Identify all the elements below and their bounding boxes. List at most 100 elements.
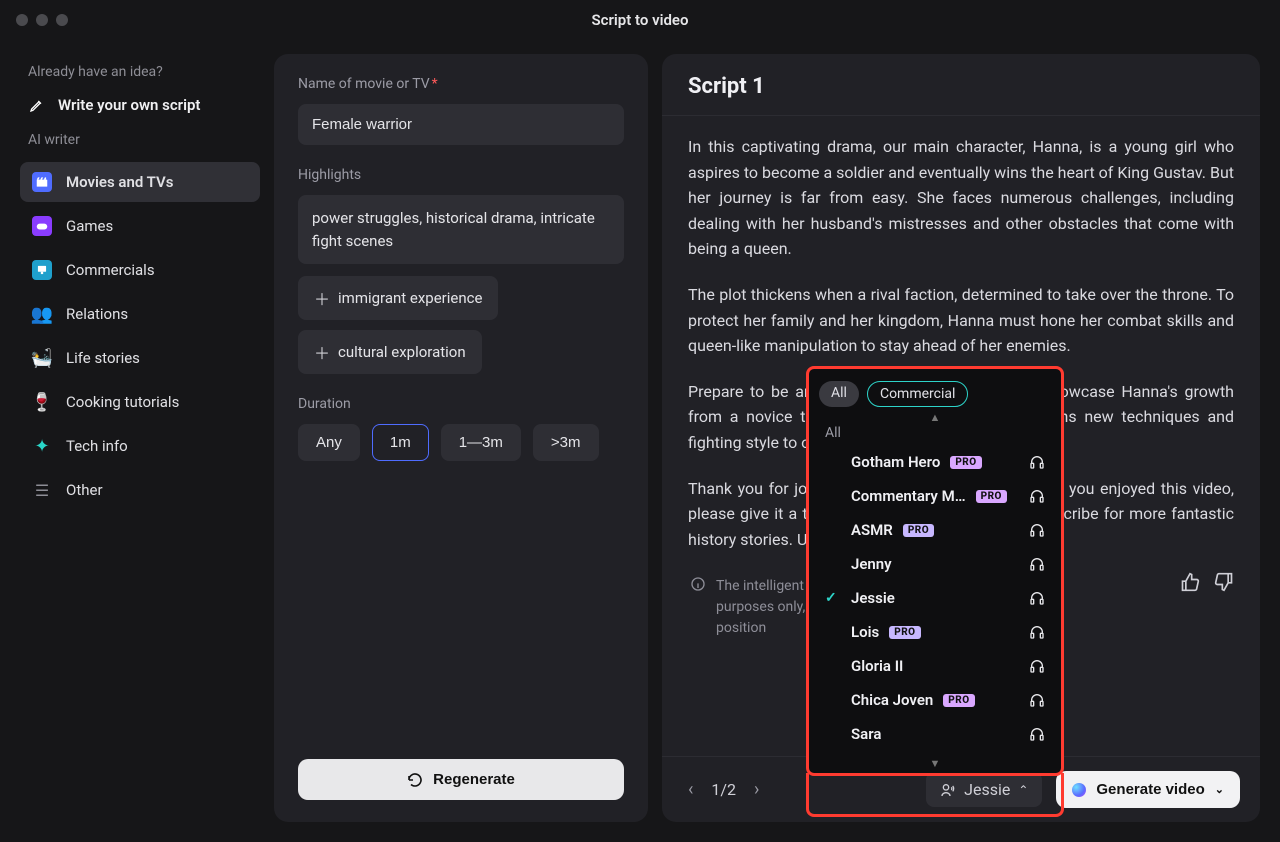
voice-option[interactable]: Jenny <box>809 547 1061 581</box>
name-label: Name of movie or TV* <box>298 76 624 92</box>
voice-option[interactable]: Commentary M… PRO <box>809 479 1061 513</box>
write-own-label: Write your own script <box>58 96 200 114</box>
pencil-icon <box>28 96 46 114</box>
plus-icon: ＋ <box>314 286 330 310</box>
pager: ‹ 1/2 › <box>682 775 765 804</box>
sidebar-item-tech[interactable]: ✦ Tech info <box>20 426 260 466</box>
pro-badge: PRO <box>903 524 934 537</box>
spark-icon: ✦ <box>32 436 52 456</box>
headphone-icon[interactable] <box>1029 726 1045 742</box>
duration-options: Any 1m 1—3m >3m <box>298 424 624 461</box>
main-stage: Already have an idea? Write your own scr… <box>0 40 1280 842</box>
headphone-icon[interactable] <box>1029 454 1045 470</box>
sidebar: Already have an idea? Write your own scr… <box>20 54 260 822</box>
duration-1-3m[interactable]: 1—3m <box>441 424 521 461</box>
sidebar-item-relations[interactable]: 👥 Relations <box>20 294 260 334</box>
sidebar-list: Movies and TVs Games Commercials 👥 Relat… <box>20 162 260 510</box>
sidebar-item-cooking[interactable]: 🍷 Cooking tutorials <box>20 382 260 422</box>
chevron-down-icon: ⌄ <box>1215 783 1224 796</box>
name-input[interactable] <box>298 104 624 145</box>
window-min-dot[interactable] <box>36 14 48 26</box>
voice-group-label: All <box>809 425 1061 445</box>
person-icon: 🛀 <box>32 348 52 368</box>
voice-popup: All Commercial ▲ All Gotham HeroPROComme… <box>806 366 1064 776</box>
pager-label: 1/2 <box>711 780 736 799</box>
sidebar-item-label: Commercials <box>66 261 155 279</box>
voice-name: ASMR <box>851 521 893 539</box>
voice-name: Chica Joven <box>851 691 933 709</box>
app-title: Script to video <box>592 11 689 29</box>
voice-option[interactable]: LoisPRO <box>809 615 1061 649</box>
pager-prev[interactable]: ‹ <box>682 775 699 804</box>
duration-any[interactable]: Any <box>298 424 360 461</box>
sidebar-item-games[interactable]: Games <box>20 206 260 246</box>
tab-all[interactable]: All <box>819 381 859 407</box>
headphone-icon[interactable] <box>1029 658 1045 674</box>
people-icon: 👥 <box>32 304 52 324</box>
headphone-icon[interactable] <box>1029 590 1045 606</box>
plus-icon: ＋ <box>314 340 330 364</box>
duration-label: Duration <box>298 396 624 412</box>
voice-option[interactable]: Gotham HeroPRO <box>809 445 1061 479</box>
refresh-icon <box>407 772 423 788</box>
highlight-extender <box>806 773 1064 817</box>
orb-icon <box>1072 783 1086 797</box>
scroll-down-indicator[interactable]: ▼ <box>809 757 1061 773</box>
voice-name: Commentary M… <box>851 487 966 505</box>
clapperboard-icon <box>32 172 52 192</box>
script-paragraph: The plot thickens when a rival faction, … <box>688 282 1234 359</box>
window-max-dot[interactable] <box>56 14 68 26</box>
headphone-icon[interactable] <box>1029 692 1045 708</box>
thumbs-down-icon[interactable] <box>1214 572 1234 592</box>
form-panel: Name of movie or TV* Highlights power st… <box>274 54 648 822</box>
voice-name: Gloria II <box>851 657 903 675</box>
voice-name: Gotham Hero <box>851 453 940 471</box>
window-controls <box>16 14 68 26</box>
voice-option[interactable]: Sara <box>809 717 1061 751</box>
script-panel: Script 1 In this captivating drama, our … <box>662 54 1260 822</box>
regenerate-label: Regenerate <box>433 771 515 788</box>
highlight-suggestions: ＋ immigrant experience ＋ cultural explor… <box>298 276 624 374</box>
chip-immigrant[interactable]: ＋ immigrant experience <box>298 276 498 320</box>
wine-icon: 🍷 <box>32 392 52 412</box>
voice-option[interactable]: Chica JovenPRO <box>809 683 1061 717</box>
highlights-label: Highlights <box>298 167 624 183</box>
duration-gt3m[interactable]: >3m <box>533 424 599 461</box>
scroll-up-indicator[interactable]: ▲ <box>809 411 1061 425</box>
sidebar-item-movies[interactable]: Movies and TVs <box>20 162 260 202</box>
headphone-icon[interactable] <box>1029 488 1045 504</box>
window-close-dot[interactable] <box>16 14 28 26</box>
voice-option[interactable]: Gloria II <box>809 649 1061 683</box>
voice-option[interactable]: ASMR PRO <box>809 513 1061 547</box>
duration-1m[interactable]: 1m <box>372 424 429 461</box>
info-icon <box>690 576 706 592</box>
voice-name: Jessie <box>851 589 895 607</box>
voice-name: Jenny <box>851 555 892 573</box>
pager-next[interactable]: › <box>748 775 765 804</box>
idea-label: Already have an idea? <box>20 58 260 88</box>
check-icon: ✓ <box>825 590 841 606</box>
voice-popup-tabs: All Commercial <box>809 375 1061 411</box>
headphone-icon[interactable] <box>1029 522 1045 538</box>
voice-list[interactable]: Gotham HeroPRO Commentary M… PRO ASMR PRO Jen… <box>809 445 1061 757</box>
ai-writer-label: AI writer <box>20 126 260 156</box>
voice-name: Lois <box>851 623 879 641</box>
sidebar-item-label: Games <box>66 217 113 235</box>
chip-cultural[interactable]: ＋ cultural exploration <box>298 330 482 374</box>
regenerate-button[interactable]: Regenerate <box>298 759 624 800</box>
write-own-script[interactable]: Write your own script <box>20 88 260 126</box>
headphone-icon[interactable] <box>1029 556 1045 572</box>
tab-commercial[interactable]: Commercial <box>867 381 968 407</box>
thumbs-up-icon[interactable] <box>1180 572 1200 592</box>
feedback-buttons <box>1180 572 1234 592</box>
headphone-icon[interactable] <box>1029 624 1045 640</box>
megaphone-icon <box>32 260 52 280</box>
generate-video-button[interactable]: Generate video ⌄ <box>1056 771 1240 808</box>
voice-option[interactable]: ✓ Jessie <box>809 581 1061 615</box>
generate-label: Generate video <box>1096 781 1204 798</box>
highlights-input[interactable]: power struggles, historical drama, intri… <box>298 195 624 264</box>
sidebar-item-other[interactable]: ☰ Other <box>20 470 260 510</box>
pro-badge: PRO <box>976 490 1007 503</box>
sidebar-item-commercials[interactable]: Commercials <box>20 250 260 290</box>
sidebar-item-life[interactable]: 🛀 Life stories <box>20 338 260 378</box>
